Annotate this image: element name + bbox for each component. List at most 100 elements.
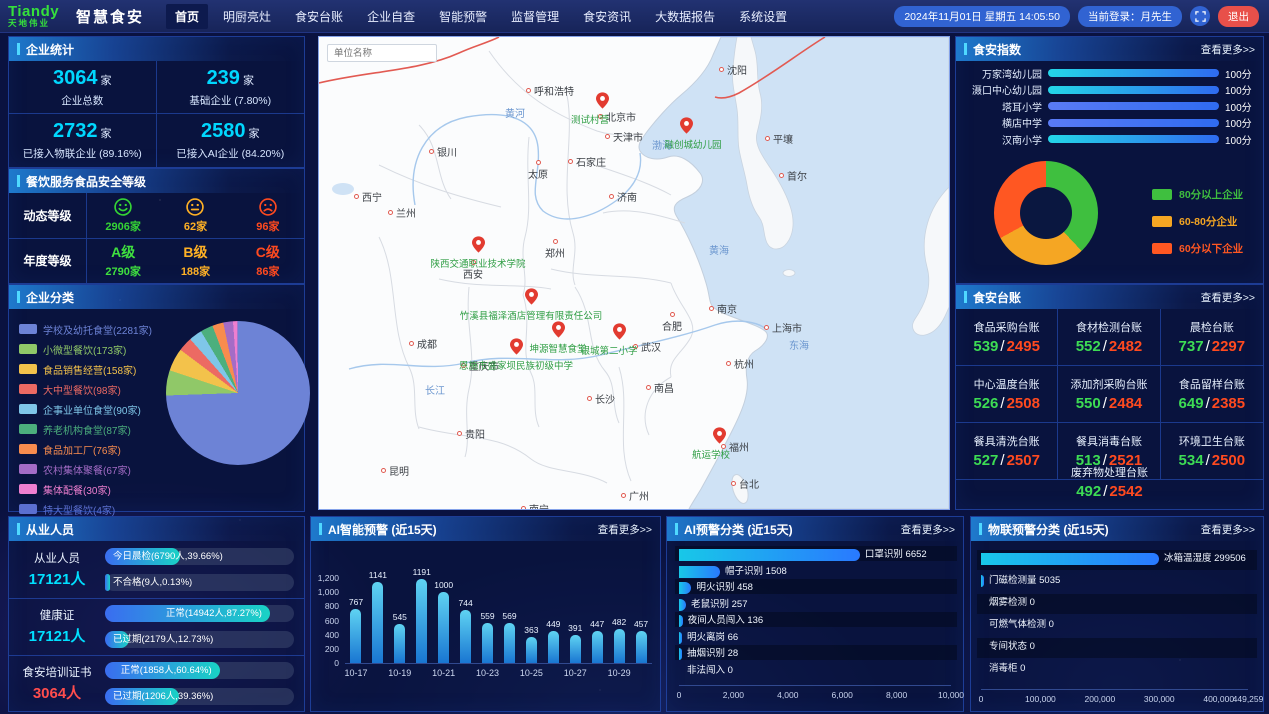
nav-item-明厨亮灶[interactable]: 明厨亮灶: [214, 4, 280, 29]
map-marker-label-融创城幼儿园: 融创城幼儿园: [664, 137, 721, 151]
nav-item-大数据报告[interactable]: 大数据报告: [646, 4, 724, 29]
index-score: 100分: [1225, 99, 1255, 114]
nav-item-智能预警[interactable]: 智能预警: [430, 4, 496, 29]
nav-item-食安台账[interactable]: 食安台账: [286, 4, 352, 29]
bar-value-label: 767: [349, 597, 363, 607]
map-city-银川: 银川: [429, 144, 457, 159]
legend-label: 小微型餐饮(173家): [43, 342, 126, 357]
bar-10-18: [372, 582, 383, 663]
ai-category-more-link[interactable]: 查看更多>>: [901, 522, 955, 537]
nav-item-企业自查[interactable]: 企业自查: [358, 4, 424, 29]
legend-label: 食品加工厂(76家): [43, 442, 121, 457]
map-pin-融创城幼儿园[interactable]: [680, 117, 693, 134]
nav-item-首页[interactable]: 首页: [166, 4, 208, 29]
safety-index-header: 食安指数 查看更多>>: [956, 37, 1263, 61]
staff-bar-2-1: 已过期(1206人,39.36%): [105, 688, 294, 705]
y-axis-label: 600: [311, 616, 339, 626]
x-axis-tick-label: 200,000: [1084, 694, 1115, 704]
level-cell-0-2: 96家: [232, 193, 304, 238]
stat-unit: 家: [101, 128, 112, 140]
safety-index-title: 食安指数: [973, 41, 1021, 58]
bar-label: 帽子识别 1508: [725, 566, 787, 578]
iot-category-more-link[interactable]: 查看更多>>: [1201, 522, 1255, 537]
nav-item-系统设置[interactable]: 系统设置: [730, 4, 796, 29]
level-cell-1-0: A级2790家: [87, 238, 159, 284]
city-dot: [719, 67, 724, 72]
legend-label: 大中型餐饮(98家): [43, 382, 121, 397]
map-pin-陕西交通职业技术学院[interactable]: [472, 236, 485, 253]
map-marker-label-竹溪县福泽酒店管理有限责任公司: 竹溪县福泽酒店管理有限责任公司: [460, 308, 603, 322]
city-label: 西宁: [362, 189, 382, 204]
map-pin-航运学校[interactable]: [713, 427, 726, 444]
grade-label: B级: [183, 242, 207, 262]
city-dot: [587, 396, 592, 401]
top-bar: Tiandy 天地伟业 智慧食安 首页明厨亮灶食安台账企业自查智能预警监督管理食…: [0, 0, 1269, 32]
enterprise-stats-panel: 企业统计 3064家企业总数239家基础企业 (7.80%)2732家已接入物联…: [8, 36, 305, 168]
iot-category-title: 物联预警分类 (近15天): [988, 521, 1109, 538]
ledger-slash: /: [1101, 338, 1109, 355]
map-pin-银城第二小学[interactable]: [613, 323, 626, 340]
ledger-name: 食材检测台账: [1076, 319, 1142, 335]
nav-item-监督管理[interactable]: 监督管理: [502, 4, 568, 29]
ledger-done: 526: [973, 395, 998, 412]
level-count: 62家: [184, 218, 207, 234]
city-label: 石家庄: [576, 154, 606, 169]
ledger-done: 550: [1076, 395, 1101, 412]
map-pin-恩施市盛家坝民族初级中学[interactable]: [510, 338, 523, 355]
safety-index-more-link[interactable]: 查看更多>>: [1201, 42, 1255, 57]
ledger-values: 550/2484: [1076, 395, 1143, 412]
staff-group-name: 健康证: [40, 607, 75, 623]
staff-group-total: 17121人: [29, 625, 86, 646]
ledger-total: 2542: [1109, 483, 1142, 500]
bar-value-label: 449: [546, 619, 560, 629]
x-axis-tick-label: 10-19: [388, 668, 411, 678]
fullscreen-icon: [1195, 11, 1206, 22]
bar-10-29: [614, 629, 625, 663]
map-pin-坤源智慧食堂[interactable]: [552, 321, 565, 338]
page-title: 智慧食安: [76, 6, 144, 27]
bar-label: 门磁检测量 5035: [989, 575, 1060, 587]
city-label: 北京市: [606, 109, 636, 124]
map-pin-测试村营[interactable]: [596, 92, 609, 109]
map-city-台北: 台北: [731, 476, 759, 491]
ledger-name: 中心温度台账: [974, 376, 1040, 392]
nav-item-食安资讯[interactable]: 食安资讯: [574, 4, 640, 29]
map-pin-竹溪县福泽酒店管理有限责任公司[interactable]: [525, 288, 538, 305]
bar-10-22: [460, 610, 471, 663]
school-name: 万家湾幼儿园: [962, 66, 1042, 81]
tiandy-logo: Tiandy 天地伟业: [8, 4, 68, 28]
stat-cell-1: 239家基础企业 (7.80%): [157, 61, 305, 114]
map-marker-label-航运学校: 航运学校: [692, 447, 730, 461]
ai-warning-more-link[interactable]: 查看更多>>: [598, 522, 652, 537]
map-marker-label-银城第二小学: 银城第二小学: [580, 343, 637, 357]
map-marker-label-恩施市盛家坝民族初级中学: 恩施市盛家坝民族初级中学: [459, 358, 573, 372]
ledger-title: 食安台账: [973, 289, 1021, 306]
stat-value: 3064家: [53, 67, 112, 90]
city-label: 太原: [528, 166, 548, 181]
logout-button[interactable]: 退出: [1218, 6, 1259, 27]
location-pin-icon: [713, 427, 726, 444]
safety-index-row-0: 万家湾幼儿园100分: [962, 68, 1255, 78]
staff-group-bars: 正常(1858人,60.64%)已过期(1206人,39.36%): [105, 655, 304, 712]
legend-swatch: [19, 364, 37, 374]
safety-level-title: 餐饮服务食品安全等级: [26, 173, 146, 190]
staff-group-bars: 正常(14942人,87.27%)已过期(2179人,12.73%): [105, 598, 304, 655]
ledger-done: 492: [1076, 483, 1101, 500]
level-count: 188家: [181, 263, 210, 279]
staff-group-total: 17121人: [29, 568, 86, 589]
y-axis-label: 200: [311, 644, 339, 654]
city-dot: [709, 306, 714, 311]
bar-label: 抽烟识别 28: [687, 648, 738, 660]
location-pin-icon: [525, 288, 538, 305]
bar-value-label: 482: [612, 617, 626, 627]
x-axis-tick-label: 0: [979, 694, 984, 704]
ledger-more-link[interactable]: 查看更多>>: [1201, 290, 1255, 305]
index-score: 100分: [1225, 132, 1255, 147]
grade-label: C级: [256, 242, 280, 262]
fullscreen-button[interactable]: [1190, 6, 1210, 26]
search-input[interactable]: [327, 44, 437, 62]
map-city-兰州: 兰州: [388, 205, 416, 220]
staff-bar-fill: [105, 574, 110, 591]
stat-label: 企业总数: [61, 93, 103, 108]
grade-label: A级: [111, 242, 135, 262]
